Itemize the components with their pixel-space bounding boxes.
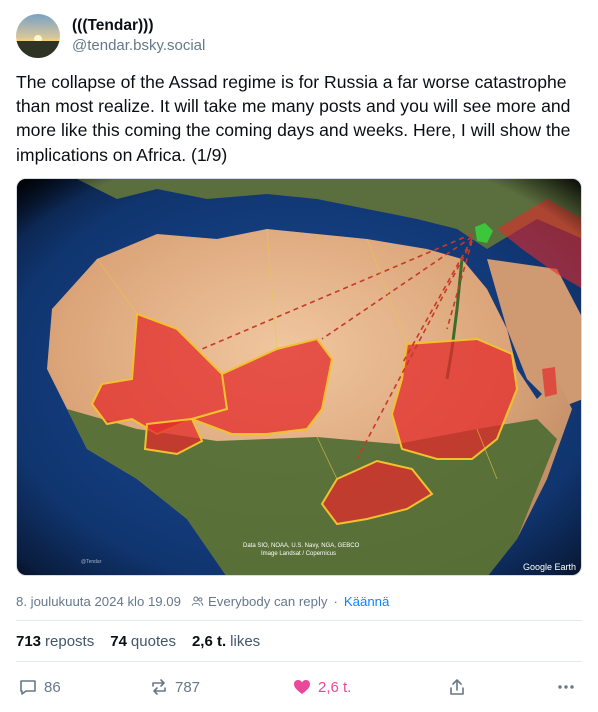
repost-icon <box>152 679 166 695</box>
reply-button[interactable]: 86 <box>18 675 61 699</box>
meta-separator: · <box>333 594 338 609</box>
post-meta: 8. joulukuuta 2024 klo 19.09 Everybody c… <box>16 594 389 609</box>
likes-count[interactable]: 2,6 t. likes <box>192 633 260 650</box>
action-bar: 86 787 2,6 t. <box>16 675 582 699</box>
reply-count: 86 <box>44 678 61 696</box>
post-header: (((Tendar))) @tendar.bsky.social <box>16 14 205 58</box>
more-options-button[interactable] <box>556 675 582 699</box>
divider <box>16 620 582 621</box>
display-name[interactable]: (((Tendar))) <box>72 16 205 36</box>
avatar[interactable] <box>16 14 60 58</box>
like-button[interactable]: 2,6 t. <box>292 675 351 699</box>
quotes-count[interactable]: 74 quotes <box>110 633 176 650</box>
translate-link[interactable]: Käännä <box>344 594 389 609</box>
reposts-count[interactable]: 713 reposts <box>16 633 94 650</box>
handle[interactable]: @tendar.bsky.social <box>72 36 205 56</box>
post-text: The collapse of the Assad regime is for … <box>16 72 571 165</box>
post-image[interactable]: Data SIO, NOAA, U.S. Navy, NGA, GEBCO Im… <box>16 178 582 576</box>
post-date[interactable]: 8. joulukuuta 2024 klo 19.09 <box>16 594 181 609</box>
comment-icon <box>20 680 36 695</box>
more-icon <box>558 685 574 689</box>
divider <box>16 661 582 662</box>
image-credit-line1: Data SIO, NOAA, U.S. Navy, NGA, GEBCO <box>243 543 360 549</box>
repost-button[interactable]: 787 <box>149 675 200 699</box>
image-small-tag: @Tendar <box>81 559 102 565</box>
image-watermark: Google Earth <box>523 562 576 572</box>
reply-setting: Everybody can reply <box>191 594 327 609</box>
reply-setting-label: Everybody can reply <box>207 594 328 609</box>
share-icon <box>450 679 464 695</box>
engagement-counts: 713 reposts 74 quotes 2,6 t. likes <box>16 633 276 650</box>
image-credit-line2: Image Landsat / Copernicus <box>261 551 336 557</box>
share-button[interactable] <box>447 675 473 699</box>
like-count: 2,6 t. <box>318 678 352 696</box>
people-icon <box>191 596 204 606</box>
heart-icon <box>294 680 310 694</box>
repost-count: 787 <box>175 678 201 696</box>
